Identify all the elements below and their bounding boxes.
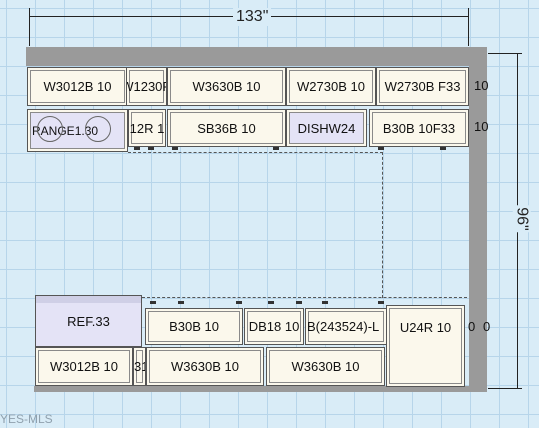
cabinet-u24r-label: U24R 10: [399, 320, 452, 335]
height-dimension-label: 96": [512, 205, 531, 233]
cabinet-w3630b-lower-1[interactable]: W3630B 10: [146, 347, 264, 386]
cabinet-b30b[interactable]: B30B 10F33: [369, 109, 469, 147]
dishwasher[interactable]: DISHW24: [286, 109, 367, 147]
refrigerator[interactable]: REF.33: [35, 295, 142, 347]
cabinet-w1230r-label: W1230R: [127, 79, 166, 94]
width-dimension-tick-left: [29, 8, 30, 46]
height-dimension-tick-bottom: [488, 388, 522, 389]
cabinet-w2730b-label: W2730B 10: [297, 79, 365, 94]
cabinet-b30b-label: B30B 10F33: [382, 120, 456, 136]
cabinet-foot: [178, 301, 184, 304]
cabinet-w2730b-f33-label: W2730B F33: [384, 79, 461, 94]
cabinet-b30b-lower-label: B30B 10: [169, 319, 219, 334]
top-wall: [26, 47, 487, 66]
cabinet-w3630b[interactable]: W3630B 10: [167, 67, 286, 106]
cabinet-b243524-l-label: B(243524)-L: [307, 319, 380, 334]
cabinet-31-label: 31 10: [134, 359, 145, 374]
cabinet-foot: [378, 301, 384, 304]
height-dimension-tick-top: [488, 53, 522, 54]
cabinet-foot: [440, 147, 446, 150]
cabinet-db18[interactable]: DB18 10: [244, 308, 304, 345]
watermark: YES-MLS: [0, 412, 53, 426]
upper-counter-outline: [128, 152, 383, 298]
upper-row2-overflow-label: 10: [474, 119, 489, 134]
cabinet-w3630b-lower-2[interactable]: W3630B 10: [266, 347, 385, 386]
cabinet-foot: [273, 147, 279, 150]
cabinet-w3012b-label: W3012B 10: [43, 79, 112, 94]
cabinet-w3012b-lower-label: W3012B 10: [50, 359, 118, 374]
dishwasher-label: DISHW24: [297, 120, 356, 136]
cabinet-foot: [172, 147, 178, 150]
cabinet-w3630b-label: W3630B 10: [192, 79, 261, 94]
lower-row1-overflow-label-left: 0: [468, 319, 476, 334]
cabinet-u24r[interactable]: U24R 10: [386, 305, 465, 387]
range-burner-right: [85, 116, 111, 142]
cabinet-12r-label: 12R 1: [129, 120, 165, 136]
cabinet-w3012b-lower[interactable]: W3012B 10: [35, 347, 133, 386]
upper-row1-overflow-label: 10: [474, 78, 489, 93]
cabinet-foot: [296, 301, 302, 304]
cabinet-foot: [148, 147, 154, 150]
width-dimension-label: 133": [233, 8, 272, 26]
cabinet-db18-label: DB18 10: [248, 319, 300, 334]
cabinet-b243524-l[interactable]: B(243524)-L: [305, 308, 387, 345]
cabinet-w3630b-lower-2-label: W3630B 10: [291, 359, 360, 374]
cabinet-12r[interactable]: 12R 1: [128, 109, 166, 147]
range-burner-left: [37, 116, 63, 142]
cabinet-foot: [322, 301, 328, 304]
cabinet-w2730b-f33[interactable]: W2730B F33: [376, 67, 469, 106]
cabinet-foot: [268, 301, 274, 304]
lower-row1-overflow-label-right: 0: [483, 319, 491, 334]
cabinet-foot: [378, 147, 384, 150]
cabinet-31[interactable]: 31 10: [133, 347, 146, 386]
cabinet-w3630b-lower-1-label: W3630B 10: [171, 359, 239, 374]
cabinet-foot: [134, 147, 140, 150]
cabinet-b30b-lower[interactable]: B30B 10: [145, 308, 243, 345]
cabinet-sb36b[interactable]: SB36B 10: [167, 109, 286, 147]
width-dimension-tick-right: [468, 8, 469, 46]
refrigerator-label: REF.33: [67, 313, 110, 329]
cabinet-w1230r[interactable]: W1230R: [126, 67, 167, 106]
right-wall: [469, 47, 487, 392]
lower-counter-outline: [142, 297, 467, 304]
cabinet-foot: [150, 301, 156, 304]
cabinet-foot: [236, 301, 242, 304]
cabinet-sb36b-label: SB36B 10: [197, 120, 256, 136]
cabinet-w2730b[interactable]: W2730B 10: [286, 67, 376, 106]
cabinet-w3012b[interactable]: W3012B 10: [27, 67, 128, 106]
